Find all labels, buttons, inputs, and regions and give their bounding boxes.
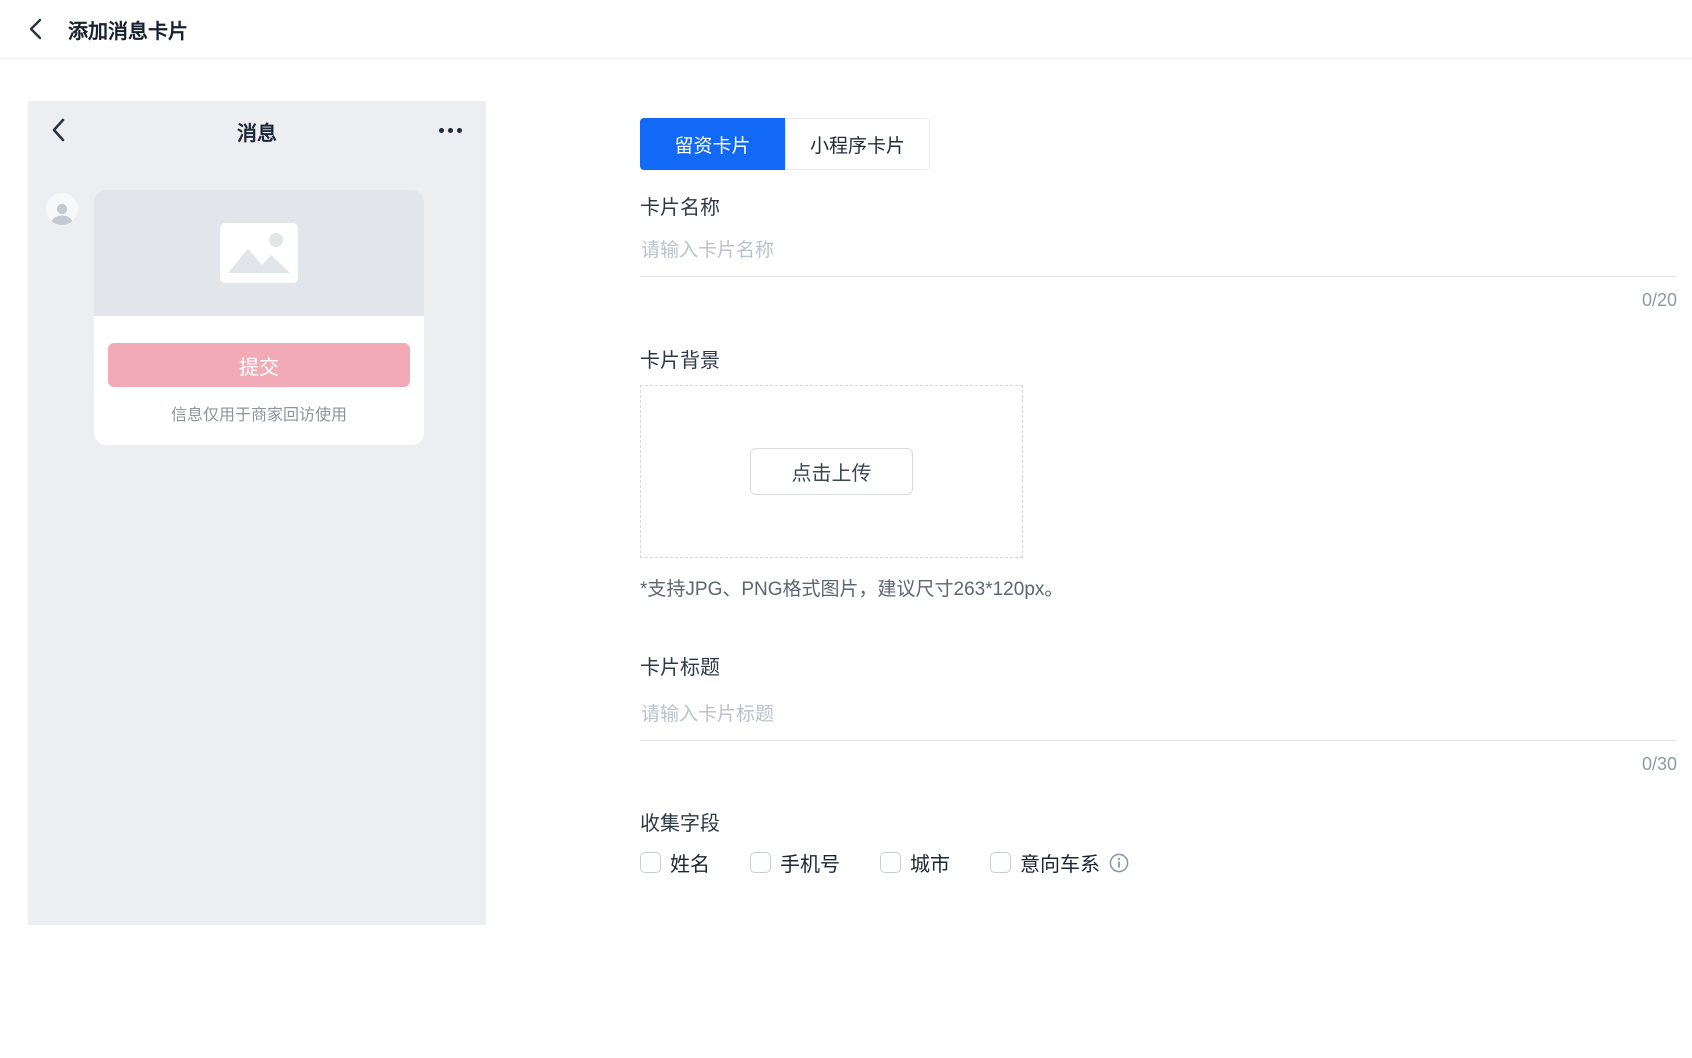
page-title: 添加消息卡片 [68, 15, 188, 44]
phone-title: 消息 [28, 117, 486, 146]
message-card-preview: 提交 信息仅用于商家回访使用 [94, 190, 424, 445]
upload-dropzone[interactable]: 点击上传 [640, 385, 1023, 558]
name-checkbox[interactable] [640, 852, 661, 873]
card-name-label: 卡片名称 [640, 191, 720, 220]
ellipsis-menu-icon [439, 128, 462, 133]
tab-miniprogram-card[interactable]: 小程序卡片 [785, 118, 930, 170]
card-name-input[interactable] [640, 240, 1677, 277]
city-checkbox-label: 城市 [910, 848, 950, 877]
card-name-counter: 0/20 [1642, 290, 1677, 311]
upload-hint: *支持JPG、PNG格式图片，建议尺寸263*120px。 [640, 574, 1063, 601]
name-checkbox-label: 姓名 [670, 848, 710, 877]
preview-submit-button: 提交 [108, 343, 410, 387]
checkbox-item-phone: 手机号 [750, 848, 840, 877]
card-background-label: 卡片背景 [640, 344, 720, 373]
chevron-left-icon [27, 18, 45, 40]
preview-caption: 信息仅用于商家回访使用 [108, 401, 410, 425]
phone-header: 消息 [28, 101, 486, 163]
city-checkbox[interactable] [880, 852, 901, 873]
checkbox-item-name: 姓名 [640, 848, 710, 877]
upload-button[interactable]: 点击上传 [750, 448, 913, 495]
tab-lead-card[interactable]: 留资卡片 [640, 118, 785, 170]
info-icon[interactable] [1109, 853, 1129, 873]
image-placeholder-icon [220, 223, 298, 283]
card-title-input[interactable] [640, 704, 1677, 741]
card-type-tabs: 留资卡片 小程序卡片 [640, 118, 930, 170]
back-button[interactable] [16, 9, 56, 49]
card-title-counter: 0/30 [1642, 754, 1677, 775]
checkbox-item-city: 城市 [880, 848, 950, 877]
collect-fields-label: 收集字段 [640, 807, 720, 836]
car-series-checkbox[interactable] [990, 852, 1011, 873]
person-icon [49, 201, 75, 225]
card-background-placeholder [94, 190, 424, 316]
checkbox-item-car-series: 意向车系 [990, 848, 1129, 877]
avatar [46, 193, 78, 225]
car-series-checkbox-label: 意向车系 [1020, 848, 1100, 877]
phone-preview: 消息 提交 信息仅用于商家回访使用 [28, 101, 486, 925]
phone-checkbox[interactable] [750, 852, 771, 873]
card-form: 留资卡片 小程序卡片 卡片名称 0/20 卡片背景 点击上传 *支持JPG、PN… [640, 0, 1677, 1058]
card-title-label: 卡片标题 [640, 651, 720, 680]
collect-fields-row: 姓名 手机号 城市 意向车系 [640, 848, 1129, 877]
phone-checkbox-label: 手机号 [780, 848, 840, 877]
card-body: 提交 信息仅用于商家回访使用 [94, 316, 424, 445]
